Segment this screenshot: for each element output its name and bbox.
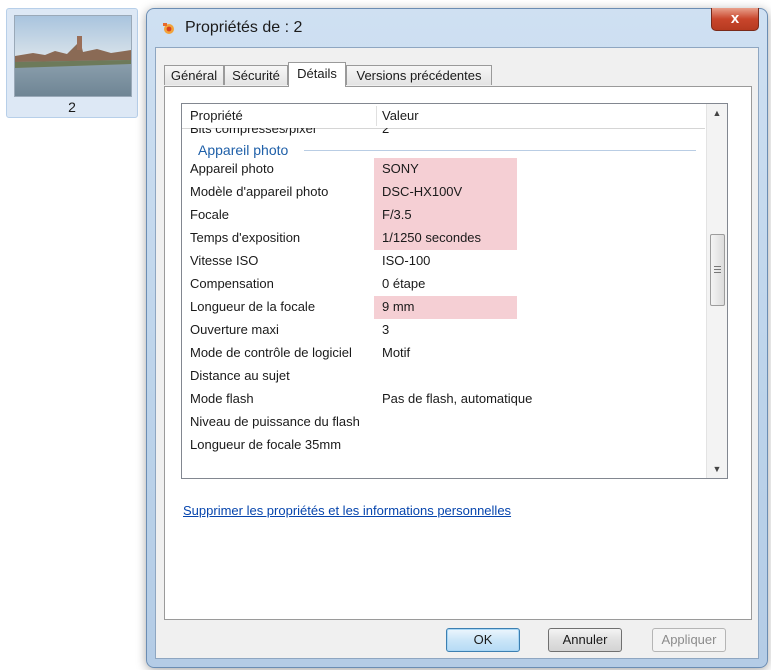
scroll-down-arrow-icon[interactable]: ▼: [707, 460, 727, 478]
table-row[interactable]: Modèle d'appareil photo DSC-HX100V: [182, 181, 705, 204]
table-row[interactable]: Mode flash Pas de flash, automatique: [182, 388, 705, 411]
property-value: DSC-HX100V: [382, 184, 463, 199]
table-row[interactable]: Appareil photo SONY: [182, 158, 705, 181]
property-key: Mode de contrôle de logiciel: [190, 345, 352, 360]
title-bar[interactable]: Propriétés de : 2 x: [147, 8, 767, 49]
window-title: Propriétés de : 2: [185, 19, 303, 36]
properties-list: Propriété Valeur Bits compresses/pixel 2…: [181, 103, 728, 479]
table-row[interactable]: Distance au sujet: [182, 365, 705, 388]
property-value: 2: [382, 128, 390, 136]
property-key: Focale: [190, 207, 230, 222]
list-rows: Bits compresses/pixel 2 Appareil photo A…: [182, 128, 705, 478]
scroll-up-arrow-icon[interactable]: ▲: [707, 104, 727, 122]
property-value: 0 étape: [382, 276, 426, 291]
table-row[interactable]: Niveau de puissance du flash: [182, 411, 705, 434]
property-value: 1/1250 secondes: [382, 230, 482, 245]
vertical-scrollbar[interactable]: ▲ ▼: [706, 104, 727, 478]
column-divider[interactable]: [376, 106, 377, 126]
explorer-pane: 2: [0, 0, 150, 670]
column-header-value[interactable]: Valeur: [382, 108, 419, 123]
property-value: 3: [382, 322, 390, 337]
property-key: Temps d'exposition: [190, 230, 301, 245]
property-value: 9 mm: [382, 299, 415, 314]
file-thumbnail-tile[interactable]: 2: [6, 8, 138, 118]
property-value: Motif: [382, 345, 411, 360]
details-panel: Propriété Valeur Bits compresses/pixel 2…: [164, 86, 752, 620]
tab-security[interactable]: Sécurité: [224, 65, 288, 85]
property-key: Bits compresses/pixel: [190, 128, 316, 136]
ok-button[interactable]: OK: [446, 628, 520, 652]
property-key: Appareil photo: [190, 161, 274, 176]
property-value: ISO-100: [382, 253, 431, 268]
grip-icon: [714, 269, 721, 270]
property-key: Mode flash: [190, 391, 254, 406]
property-value: Pas de flash, automatique: [382, 391, 533, 406]
properties-dialog: Propriétés de : 2 x Général Sécurité Dét…: [146, 8, 768, 668]
group-title: Appareil photo: [198, 142, 289, 158]
photo-thumbnail: [14, 15, 132, 97]
remove-properties-link[interactable]: Supprimer les propriétés et les informat…: [183, 503, 511, 518]
table-row[interactable]: Longueur de la focale 9 mm: [182, 296, 705, 319]
grip-icon: [714, 272, 721, 273]
property-key: Distance au sujet: [190, 368, 290, 383]
property-value: SONY: [382, 161, 419, 176]
table-row[interactable]: Temps d'exposition 1/1250 secondes: [182, 227, 705, 250]
property-key: Compensation: [190, 276, 274, 291]
table-row[interactable]: Mode de contrôle de logiciel Motif: [182, 342, 705, 365]
grip-icon: [714, 266, 721, 267]
tab-previous-versions[interactable]: Versions précédentes: [346, 65, 492, 85]
property-key: Longueur de focale 35mm: [190, 437, 342, 452]
property-key: Vitesse ISO: [190, 253, 259, 268]
close-button[interactable]: x: [711, 8, 759, 31]
table-row[interactable]: Ouverture maxi 3: [182, 319, 705, 342]
list-header: Propriété Valeur: [182, 104, 705, 129]
property-key: Longueur de la focale: [190, 299, 316, 314]
camera-properties-icon: [161, 21, 177, 37]
thumbnail-label: 2: [68, 99, 76, 115]
table-row[interactable]: Compensation 0 étape: [182, 273, 705, 296]
property-key: Modèle d'appareil photo: [190, 184, 329, 199]
scroll-thumb[interactable]: [710, 234, 725, 306]
table-row[interactable]: Focale F/3.5: [182, 204, 705, 227]
group-divider: [304, 150, 696, 151]
table-row[interactable]: Vitesse ISO ISO-100: [182, 250, 705, 273]
column-header-property[interactable]: Propriété: [190, 108, 243, 123]
table-row[interactable]: Longueur de focale 35mm: [182, 434, 705, 457]
apply-button[interactable]: Appliquer: [652, 628, 726, 652]
tab-general[interactable]: Général: [164, 65, 224, 85]
tab-details[interactable]: Détails: [288, 62, 346, 87]
dialog-client-area: Général Sécurité Détails Versions précéd…: [155, 47, 759, 659]
property-key: Niveau de puissance du flash: [190, 414, 360, 429]
property-value: F/3.5: [382, 207, 412, 222]
property-key: Ouverture maxi: [190, 322, 279, 337]
cancel-button[interactable]: Annuler: [548, 628, 622, 652]
